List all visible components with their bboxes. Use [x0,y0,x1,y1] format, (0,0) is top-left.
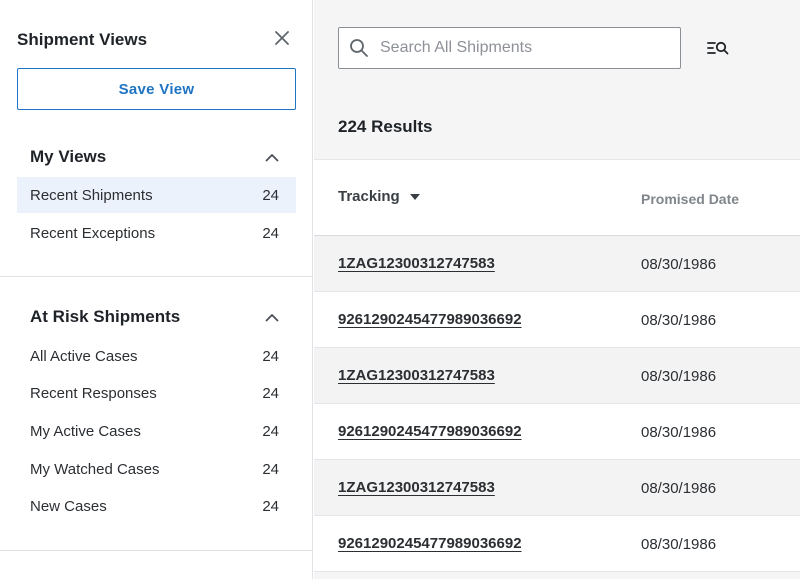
table-row: 9261290245477989036692 08/30/1986 [314,404,800,460]
view-item-recent-responses[interactable]: Recent Responses 24 [17,375,296,411]
at-risk-title: At Risk Shipments [30,307,181,326]
section-divider [0,276,313,277]
shipments-main-panel: 224 Results Tracking Promised Date 1ZAG1… [314,0,800,579]
view-item-label: Recent Responses [30,384,157,402]
table-header: Tracking Promised Date [314,159,800,236]
tracking-number-link[interactable]: 1ZAG12300312747583 [338,367,495,384]
at-risk-header[interactable]: At Risk Shipments [30,305,280,329]
view-item-label: Recent Shipments [30,186,153,204]
my-views-title: My Views [30,147,107,166]
table-row: 9261290245477989036692 08/30/1986 [314,516,800,572]
view-item-count: 24 [262,347,279,365]
view-item-count: 24 [262,224,279,242]
shipment-views-sidebar: Shipment Views Save View My Views Recent… [0,0,313,579]
table-row: 1ZAG12300312747583 08/30/1986 [314,348,800,404]
view-item-count: 24 [262,497,279,515]
tracking-number-link[interactable]: 9261290245477989036692 [338,423,522,440]
view-item-label: New Cases [30,497,107,515]
view-item-all-active-cases[interactable]: All Active Cases 24 [17,338,296,374]
search-filter-button[interactable] [706,37,730,59]
promised-date-cell: 08/30/1986 [641,536,717,553]
promised-date-cell: 08/30/1986 [641,312,717,329]
table-row: 1ZAG12300312747583 08/30/1986 [314,236,800,292]
view-item-count: 24 [262,186,279,204]
filter-search-icon [707,41,729,55]
search-box[interactable] [338,27,681,69]
table-row: 1ZAG12300312747583 08/30/1986 [314,460,800,516]
view-item-count: 24 [262,460,279,478]
view-item-label: Recent Exceptions [30,224,156,242]
my-views-header[interactable]: My Views [30,145,280,169]
search-icon [348,37,370,59]
view-item-count: 24 [262,384,279,402]
close-icon [275,31,289,45]
sidebar-title: Shipment Views [17,30,148,49]
view-item-label: My Watched Cases [30,460,160,478]
view-item-recent-shipments[interactable]: Recent Shipments 24 [17,177,296,213]
section-divider [0,550,313,551]
view-item-count: 24 [262,422,279,440]
tracking-number-link[interactable]: 1ZAG12300312747583 [338,479,495,496]
my-views-collapse-toggle[interactable] [264,149,280,165]
table-row: 9261290245477989036692 08/30/1986 [314,292,800,348]
view-item-my-active-cases[interactable]: My Active Cases 24 [17,413,296,449]
view-item-label: My Active Cases [30,422,141,440]
save-view-button[interactable]: Save View [17,68,296,110]
promised-date-cell: 08/30/1986 [641,368,717,385]
view-item-my-watched-cases[interactable]: My Watched Cases 24 [17,451,296,487]
chevron-up-icon [265,153,279,161]
shipments-table: Tracking Promised Date 1ZAG1230031274758… [314,159,800,572]
results-count: 224 Results [338,117,433,136]
view-item-new-cases[interactable]: New Cases 24 [17,488,296,524]
tracking-column-header[interactable]: Tracking [338,188,420,205]
promised-date-cell: 08/30/1986 [641,480,717,497]
caret-down-icon [409,192,420,202]
at-risk-collapse-toggle[interactable] [264,309,280,325]
tracking-number-link[interactable]: 9261290245477989036692 [338,311,522,328]
promised-date-cell: 08/30/1986 [641,256,717,273]
sidebar-header: Shipment Views [17,28,296,52]
promised-date-column-header[interactable]: Promised Date [641,191,739,207]
tracking-number-link[interactable]: 1ZAG12300312747583 [338,255,495,272]
close-button[interactable] [272,28,292,48]
search-input[interactable] [380,39,670,57]
tracking-header-label: Tracking [338,188,400,205]
chevron-up-icon [265,313,279,321]
view-item-label: All Active Cases [30,347,138,365]
tracking-number-link[interactable]: 9261290245477989036692 [338,535,522,552]
promised-date-cell: 08/30/1986 [641,424,717,441]
view-item-recent-exceptions[interactable]: Recent Exceptions 24 [17,215,296,251]
